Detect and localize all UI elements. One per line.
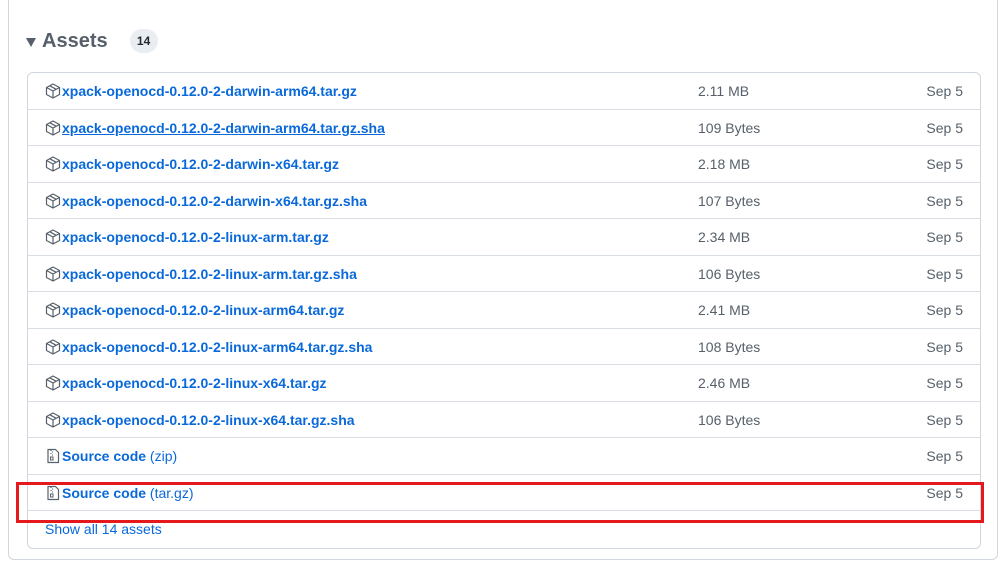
assets-title: Assets xyxy=(42,29,108,52)
asset-link[interactable]: xpack-openocd-0.12.0-2-linux-arm64.tar.g… xyxy=(62,329,372,365)
asset-date: Sep 5 xyxy=(926,302,963,318)
asset-date: Sep 5 xyxy=(926,411,963,428)
asset-link[interactable]: Source code (zip) xyxy=(62,438,177,474)
asset-link[interactable]: xpack-openocd-0.12.0-2-linux-x64.tar.gz xyxy=(62,365,327,401)
asset-link[interactable]: xpack-openocd-0.12.0-2-linux-x64.tar.gz.… xyxy=(62,402,355,438)
asset-row: xpack-openocd-0.12.0-2-linux-x64.tar.gz.… xyxy=(28,402,980,438)
asset-link[interactable]: xpack-openocd-0.12.0-2-linux-arm.tar.gz xyxy=(62,219,329,255)
asset-size: 2.46 MB xyxy=(698,375,751,391)
file-zip-icon xyxy=(47,448,60,464)
asset-date: Sep 5 xyxy=(926,448,963,464)
asset-row: xpack-openocd-0.12.0-2-darwin-arm64.tar.… xyxy=(28,73,980,110)
asset-link[interactable]: Source code (tar.gz) xyxy=(62,475,194,511)
asset-date: Sep 5 xyxy=(926,119,963,136)
asset-row: Source code (zip) Sep 5 xyxy=(28,438,980,475)
asset-row: Source code (tar.gz) Sep 5 xyxy=(28,475,980,511)
asset-size: 106 Bytes xyxy=(698,265,761,282)
asset-row: xpack-openocd-0.12.0-2-linux-x64.tar.gz … xyxy=(28,365,980,402)
asset-size: 2.11 MB xyxy=(698,83,750,99)
asset-row: xpack-openocd-0.12.0-2-linux-arm.tar.gz … xyxy=(28,219,980,256)
package-icon xyxy=(45,411,61,428)
asset-row: xpack-openocd-0.12.0-2-linux-arm.tar.gz.… xyxy=(28,256,980,292)
package-icon xyxy=(45,192,61,209)
assets-toggle[interactable]: Assets 14 xyxy=(26,26,158,56)
asset-link[interactable]: xpack-openocd-0.12.0-2-linux-arm64.tar.g… xyxy=(62,292,344,328)
asset-row: xpack-openocd-0.12.0-2-linux-arm64.tar.g… xyxy=(28,292,980,329)
package-icon xyxy=(45,119,61,136)
asset-size: 108 Bytes xyxy=(698,338,761,355)
show-all-assets-link[interactable]: Show all 14 assets xyxy=(45,521,162,537)
package-icon xyxy=(45,229,61,245)
package-icon xyxy=(45,338,61,355)
asset-row: xpack-openocd-0.12.0-2-darwin-x64.tar.gz… xyxy=(28,183,980,219)
asset-size: 2.34 MB xyxy=(698,229,751,245)
file-zip-icon xyxy=(47,485,60,500)
asset-size: 106 Bytes xyxy=(698,411,761,428)
triangle-down-icon xyxy=(26,37,36,47)
asset-row: xpack-openocd-0.12.0-2-linux-arm64.tar.g… xyxy=(28,329,980,365)
asset-date: Sep 5 xyxy=(926,156,963,172)
asset-link[interactable]: xpack-openocd-0.12.0-2-linux-arm.tar.gz.… xyxy=(62,256,357,292)
package-icon xyxy=(45,83,61,99)
asset-date: Sep 5 xyxy=(926,83,963,99)
asset-row: xpack-openocd-0.12.0-2-darwin-arm64.tar.… xyxy=(28,110,980,146)
package-icon xyxy=(45,156,61,172)
asset-date: Sep 5 xyxy=(926,338,963,355)
asset-link[interactable]: xpack-openocd-0.12.0-2-darwin-x64.tar.gz… xyxy=(62,183,367,219)
asset-date: Sep 5 xyxy=(926,484,963,501)
asset-date: Sep 5 xyxy=(926,229,963,245)
asset-link[interactable]: xpack-openocd-0.12.0-2-darwin-x64.tar.gz xyxy=(62,146,339,182)
asset-row: xpack-openocd-0.12.0-2-darwin-x64.tar.gz… xyxy=(28,146,980,183)
package-icon xyxy=(45,265,61,282)
asset-list: xpack-openocd-0.12.0-2-darwin-arm64.tar.… xyxy=(27,72,981,549)
asset-date: Sep 5 xyxy=(926,375,963,391)
asset-size: 2.18 MB xyxy=(698,156,751,172)
asset-date: Sep 5 xyxy=(926,192,963,209)
asset-link[interactable]: xpack-openocd-0.12.0-2-darwin-arm64.tar.… xyxy=(62,73,357,109)
asset-date: Sep 5 xyxy=(926,265,963,282)
asset-size: 109 Bytes xyxy=(698,119,761,136)
assets-count-badge: 14 xyxy=(129,29,158,53)
asset-size: 2.41 MB xyxy=(698,302,751,318)
asset-size: 107 Bytes xyxy=(698,192,761,209)
asset-link[interactable]: xpack-openocd-0.12.0-2-darwin-arm64.tar.… xyxy=(62,110,385,146)
package-icon xyxy=(45,375,61,391)
package-icon xyxy=(45,302,61,318)
